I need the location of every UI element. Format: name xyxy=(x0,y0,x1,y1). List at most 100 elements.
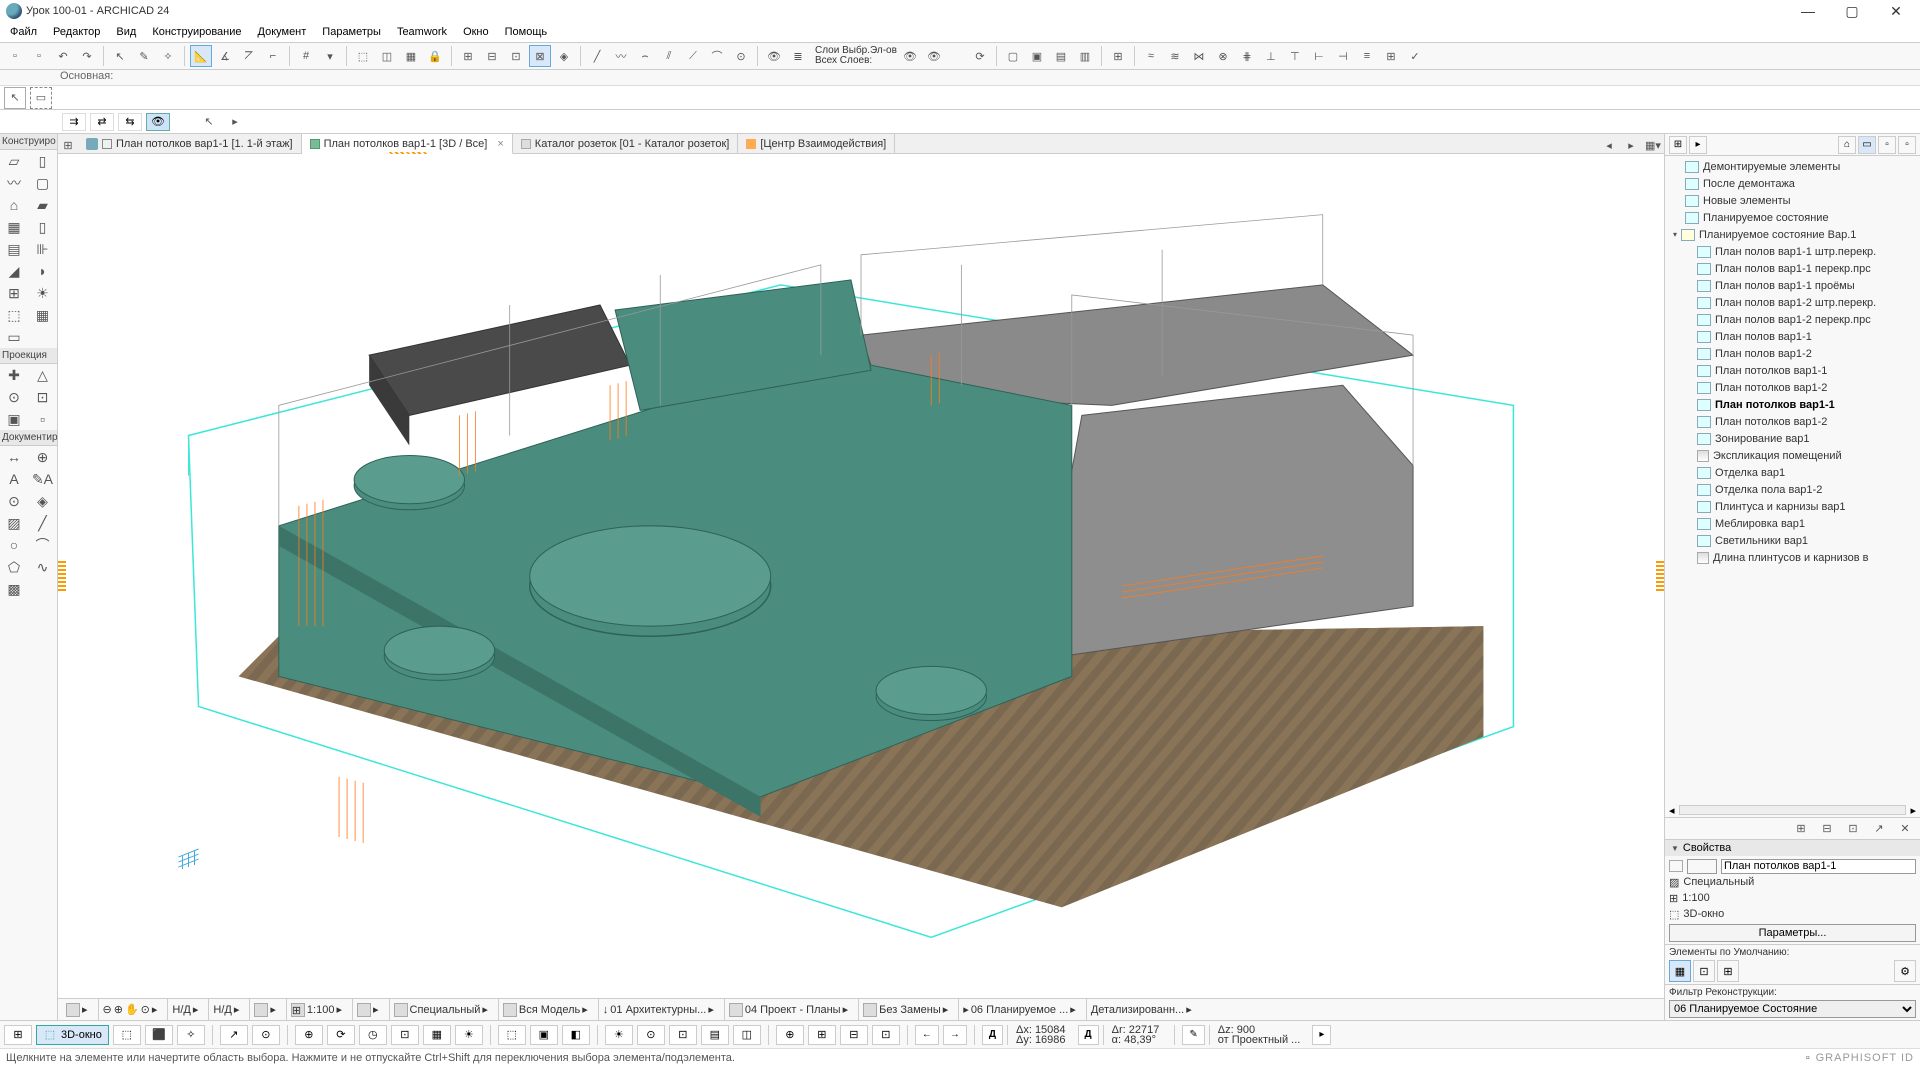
line5-icon[interactable]: ⟋ xyxy=(682,45,704,67)
bb-b4[interactable]: ↗ xyxy=(220,1025,248,1045)
tab-nav-left[interactable]: ◂ xyxy=(1598,134,1620,156)
redo-icon[interactable]: ↷ xyxy=(76,45,98,67)
bb-b19[interactable]: ⊕ xyxy=(776,1025,804,1045)
roof-tool[interactable]: ◢ xyxy=(0,260,28,282)
menu-teamwork[interactable]: Teamwork xyxy=(391,24,453,40)
bb-letter[interactable]: Д xyxy=(982,1025,1003,1045)
id-field[interactable] xyxy=(1687,859,1717,874)
view-name-input[interactable] xyxy=(1721,859,1916,874)
tree-item[interactable]: План потолков вар1-1 xyxy=(1665,396,1920,413)
bb-left1[interactable]: ⊞ xyxy=(4,1025,32,1045)
props-header[interactable]: Свойства xyxy=(1683,842,1731,854)
bb-b3[interactable]: ✧ xyxy=(177,1025,205,1045)
undo-icon[interactable]: ↶ xyxy=(52,45,74,67)
eye3-icon[interactable]: 👁 xyxy=(923,45,945,67)
menu-view[interactable]: Вид xyxy=(110,24,142,40)
tree-item[interactable]: План полов вар1-1 проёмы xyxy=(1665,277,1920,294)
text-tool[interactable]: A xyxy=(0,468,28,490)
r5-icon[interactable]: ⋕ xyxy=(1236,45,1258,67)
curtain-tool[interactable]: ⊞ xyxy=(0,282,28,304)
r11-icon[interactable]: ⊞ xyxy=(1380,45,1402,67)
zoom-out-icon[interactable]: ⊖ xyxy=(103,1003,112,1016)
t3-icon[interactable]: ▤ xyxy=(1050,45,1072,67)
nav-proj-icon[interactable]: ⌂ xyxy=(1838,136,1856,154)
fit-icon[interactable]: ⊙ xyxy=(141,1003,150,1016)
snap3-icon[interactable]: ▦ xyxy=(400,45,422,67)
scale-val[interactable]: 1:100 xyxy=(307,1004,335,1016)
level-tool[interactable]: ⊕ xyxy=(29,446,57,468)
grid-tool[interactable]: ▦ xyxy=(0,216,28,238)
r9-icon[interactable]: ⊣ xyxy=(1332,45,1354,67)
worksheet-tool[interactable]: ⊡ xyxy=(29,386,57,408)
vb-i1[interactable] xyxy=(66,1003,80,1017)
morph-tool[interactable]: ▦ xyxy=(29,304,57,326)
bb-b20[interactable]: ⊞ xyxy=(808,1025,836,1045)
minimize-button[interactable]: — xyxy=(1786,0,1830,22)
refresh-icon[interactable]: ⟳ xyxy=(969,45,991,67)
wand-icon[interactable]: ✧ xyxy=(157,45,179,67)
marker-tool[interactable]: ⊙ xyxy=(0,490,28,512)
lock-icon[interactable]: 🔒 xyxy=(424,45,446,67)
rail-tool[interactable]: ⊪ xyxy=(29,238,57,260)
nav-a5[interactable]: ✕ xyxy=(1894,818,1916,840)
spline-tool[interactable]: ∿ xyxy=(29,556,57,578)
tree-item[interactable]: Меблировка вар1 xyxy=(1665,515,1920,532)
zoom-in-icon[interactable]: ⊕ xyxy=(114,1003,123,1016)
change-tool[interactable]: ◈ xyxy=(29,490,57,512)
opt3[interactable]: ⇆ xyxy=(118,113,142,131)
tab-list-icon[interactable]: ⊞ xyxy=(58,134,78,156)
tree-item[interactable]: План потолков вар1-2 xyxy=(1665,379,1920,396)
bb-letter2[interactable]: Д xyxy=(1078,1025,1099,1045)
op1-icon[interactable]: ⊞ xyxy=(457,45,479,67)
bb-b7[interactable]: ⟳ xyxy=(327,1025,355,1045)
r12-icon[interactable]: ✓ xyxy=(1404,45,1426,67)
menu-options[interactable]: Параметры xyxy=(316,24,387,40)
detail-val[interactable]: Детализированн... xyxy=(1091,1004,1184,1016)
line6-icon[interactable]: ⌒ xyxy=(706,45,728,67)
angle-icon[interactable]: ∡ xyxy=(214,45,236,67)
plan-val[interactable]: 06 Планируемое ... xyxy=(971,1004,1068,1016)
menu-design[interactable]: Конструирование xyxy=(146,24,247,40)
vb-i4[interactable] xyxy=(394,1003,408,1017)
bb-b6[interactable]: ⊕ xyxy=(295,1025,323,1045)
bb-b16[interactable]: ⊡ xyxy=(669,1025,697,1045)
sheet-tool[interactable]: ▯ xyxy=(29,216,57,238)
r3-icon[interactable]: ⋈ xyxy=(1188,45,1210,67)
nav-a4[interactable]: ↗ xyxy=(1868,818,1890,840)
camera-tool[interactable]: ▣ xyxy=(0,408,28,430)
opt-more[interactable]: ▸ xyxy=(224,111,246,133)
def3[interactable]: ⊞ xyxy=(1717,960,1739,982)
params-button[interactable]: Параметры... xyxy=(1669,924,1916,942)
scale-icon[interactable]: ⊞ xyxy=(291,1003,305,1017)
nav-mode1[interactable]: ⊞ xyxy=(1669,136,1687,154)
bb-b8[interactable]: ◷ xyxy=(359,1025,387,1045)
stair-tool[interactable]: ▤ xyxy=(0,238,28,260)
elev-tool[interactable]: △ xyxy=(29,364,57,386)
r6-icon[interactable]: ⊥ xyxy=(1260,45,1282,67)
hand-icon[interactable]: ✋ xyxy=(125,1003,139,1016)
graphisoft-id[interactable]: GRAPHISOFT ID xyxy=(1816,1052,1914,1064)
op2-icon[interactable]: ⊟ xyxy=(481,45,503,67)
pencil-icon[interactable]: ✎ xyxy=(133,45,155,67)
tree-item[interactable]: Демонтируемые элементы xyxy=(1665,158,1920,175)
line3-icon[interactable]: ⌢ xyxy=(634,45,656,67)
tree-item[interactable]: План потолков вар1-2 xyxy=(1665,413,1920,430)
tree-item[interactable]: Экспликация помещений xyxy=(1665,447,1920,464)
t2-icon[interactable]: ▣ xyxy=(1026,45,1048,67)
nav-pub-icon[interactable]: ▫ xyxy=(1898,136,1916,154)
line4-icon[interactable]: ⫽ xyxy=(658,45,680,67)
vb-i2[interactable] xyxy=(254,1003,268,1017)
tree-item[interactable]: План полов вар1-2 штр.перекр. xyxy=(1665,294,1920,311)
section-tool[interactable]: ✚ xyxy=(0,364,28,386)
3d-window-btn[interactable]: ⬚3D-окно xyxy=(36,1025,109,1045)
bb-b1[interactable]: ⬚ xyxy=(113,1025,141,1045)
tree-item[interactable]: Отделка вар1 xyxy=(1665,464,1920,481)
toolbox-proj-header[interactable]: Проекция xyxy=(0,348,57,364)
wall-tool[interactable]: ▱ xyxy=(0,150,28,172)
line1-icon[interactable]: ╱ xyxy=(586,45,608,67)
nozamen-val[interactable]: Без Замены xyxy=(879,1004,941,1016)
new-icon[interactable]: ▫ xyxy=(4,45,26,67)
detail-tool[interactable]: ⊙ xyxy=(0,386,28,408)
sync-icon[interactable]: ▫ xyxy=(1806,1052,1810,1064)
r4-icon[interactable]: ⊗ xyxy=(1212,45,1234,67)
